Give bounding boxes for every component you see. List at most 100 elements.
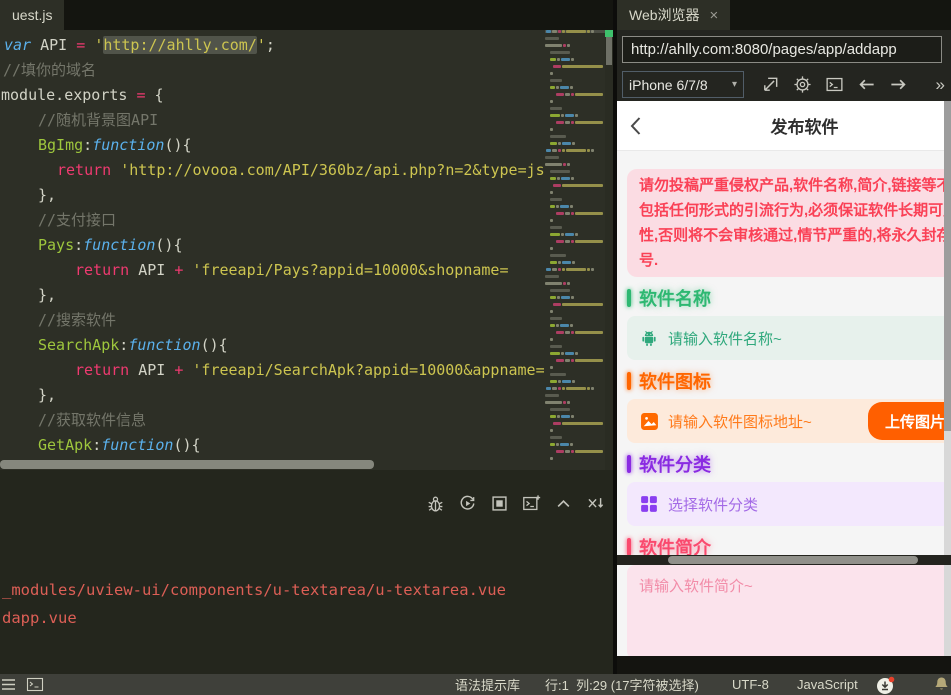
minimap-row — [545, 107, 605, 110]
minimap-row — [545, 359, 605, 362]
minimap-row — [545, 289, 605, 292]
console-panel: _modules/uview-ui/components/u-textarea/… — [0, 470, 613, 674]
code-line: return API + 'freeapi/Pays?appid=10000&s… — [75, 261, 509, 279]
code-editor[interactable]: var API = 'http://ahlly.com/'; //填你的域名 mod… — [0, 30, 613, 470]
stop-icon[interactable] — [490, 494, 509, 513]
minimap-row — [545, 170, 605, 173]
new-terminal-icon[interactable] — [522, 494, 541, 513]
phone-viewport: 发布软件 请勿投稿严重侵权产品,软件名称,简介,链接等不得包括任何形式的引流行为… — [617, 101, 951, 656]
url-input[interactable] — [622, 36, 942, 63]
chevron-down-icon: ▾ — [731, 79, 737, 90]
code-line: }, — [38, 186, 57, 204]
minimap-row — [545, 226, 605, 229]
menu-icon[interactable] — [2, 678, 17, 694]
minimap-row — [545, 212, 605, 215]
minimap-row — [545, 114, 605, 117]
console-file-link[interactable]: dapp.vue — [2, 604, 506, 632]
tab-request-js-label: uest.js — [12, 7, 53, 23]
minimap-row — [545, 401, 605, 404]
minimap-row — [545, 233, 605, 236]
minimap-row — [545, 163, 605, 166]
section-marker-bar — [627, 454, 631, 473]
status-cursor-position[interactable]: 行:1 列:29 (17字符被选择) — [545, 674, 699, 695]
app-icon-field[interactable]: 请输入软件图标地址~ 上传图片 — [627, 399, 951, 443]
minimap-row — [545, 429, 605, 432]
minimap-row — [545, 149, 605, 152]
minimap-row — [545, 303, 605, 306]
minimap-row — [545, 436, 605, 439]
code-text: var API = 'http://ahlly.com/'; //填你的域名 mod… — [0, 33, 545, 458]
device-select[interactable]: iPhone 6/7/8 ▾ — [622, 71, 744, 98]
minimap-row — [545, 310, 605, 313]
minimap-row — [545, 443, 605, 446]
restart-icon[interactable] — [458, 494, 477, 513]
status-syntax-lib[interactable]: 语法提示库 — [455, 674, 520, 695]
minimap[interactable] — [545, 30, 605, 470]
grid-icon — [639, 494, 659, 514]
scrollbar-change-mark — [605, 30, 613, 37]
tab-web-browser[interactable]: Web浏览器 × — [617, 0, 731, 30]
mobile-preview: 发布软件 请勿投稿严重侵权产品,软件名称,简介,链接等不得包括任何形式的引流行为… — [617, 101, 951, 656]
preview-vscroll-thumb[interactable] — [944, 101, 951, 431]
debug-bug-icon[interactable] — [426, 494, 445, 513]
preview-hscroll-thumb[interactable] — [668, 556, 918, 564]
editor-vscroll-thumb[interactable] — [606, 37, 612, 65]
app-category-field[interactable]: 选择软件分类 — [627, 482, 951, 526]
app-name-placeholder: 请输入软件名称~ — [668, 330, 782, 348]
collapse-icon[interactable] — [554, 494, 573, 513]
minimap-row — [545, 422, 605, 425]
minimap-row — [545, 142, 605, 145]
editor-vertical-scrollbar[interactable] — [605, 30, 613, 470]
minimap-row — [545, 394, 605, 397]
minimap-row — [545, 254, 605, 257]
console-file-link[interactable]: _modules/uview-ui/components/u-textarea/… — [2, 576, 506, 604]
tab-request-js[interactable]: uest.js — [0, 0, 65, 30]
terminal-icon[interactable] — [825, 75, 844, 94]
minimap-row — [545, 72, 605, 75]
status-language-mode[interactable]: JavaScript — [797, 674, 858, 695]
minimap-row — [545, 338, 605, 341]
console-toolbar — [426, 494, 605, 513]
more-chevrons-icon[interactable]: » — [936, 75, 947, 95]
editor-horizontal-scrollbar[interactable] — [0, 459, 545, 470]
image-icon — [639, 411, 659, 431]
minimap-row — [545, 450, 605, 453]
minimap-row — [545, 205, 605, 208]
undock-icon[interactable] — [761, 75, 780, 94]
code-line: }, — [38, 286, 57, 304]
code-line: SearchApk:function(){ — [38, 336, 228, 354]
minimap-row — [545, 93, 605, 96]
code-line: //获取软件信息 — [38, 411, 147, 429]
status-encoding[interactable]: UTF-8 — [732, 674, 769, 695]
minimap-row — [545, 366, 605, 369]
update-download-icon[interactable] — [876, 676, 895, 695]
section-marker-bar — [627, 288, 631, 307]
notice-banner: 请勿投稿严重侵权产品,软件名称,简介,链接等不得包括任何形式的引流行为,必须保证… — [627, 169, 951, 277]
minimap-row — [545, 373, 605, 376]
app-name-field[interactable]: 请输入软件名称~ — [627, 316, 951, 360]
minimap-row — [545, 247, 605, 250]
settings-gear-icon[interactable] — [793, 75, 812, 94]
app-intro-field[interactable]: 请输入软件简介~ — [627, 565, 951, 656]
section-marker-bar — [627, 371, 631, 390]
section-app-icon-title: 软件图标 — [627, 368, 951, 393]
minimap-row — [545, 100, 605, 103]
upload-image-button[interactable]: 上传图片 — [868, 402, 951, 440]
app-category-placeholder: 选择软件分类 — [668, 496, 759, 514]
minimap-row — [545, 408, 605, 411]
forward-arrow-icon[interactable] — [889, 75, 908, 94]
minimap-row — [545, 184, 605, 187]
preview-vertical-scrollbar[interactable] — [944, 101, 951, 656]
page-navbar: 发布软件 — [617, 101, 951, 151]
section-app-category-title: 软件分类 — [627, 451, 951, 476]
close-icon[interactable]: × — [710, 7, 719, 24]
preview-horizontal-scrollbar[interactable] — [617, 555, 951, 565]
section-marker-bar — [627, 537, 631, 556]
editor-hscroll-thumb[interactable] — [0, 460, 374, 469]
back-arrow-icon[interactable] — [857, 75, 876, 94]
minimap-row — [545, 331, 605, 334]
clear-icon[interactable] — [586, 494, 605, 513]
minimap-row — [545, 121, 605, 124]
terminal-icon[interactable] — [26, 676, 44, 695]
notification-bell-icon[interactable] — [934, 676, 949, 695]
